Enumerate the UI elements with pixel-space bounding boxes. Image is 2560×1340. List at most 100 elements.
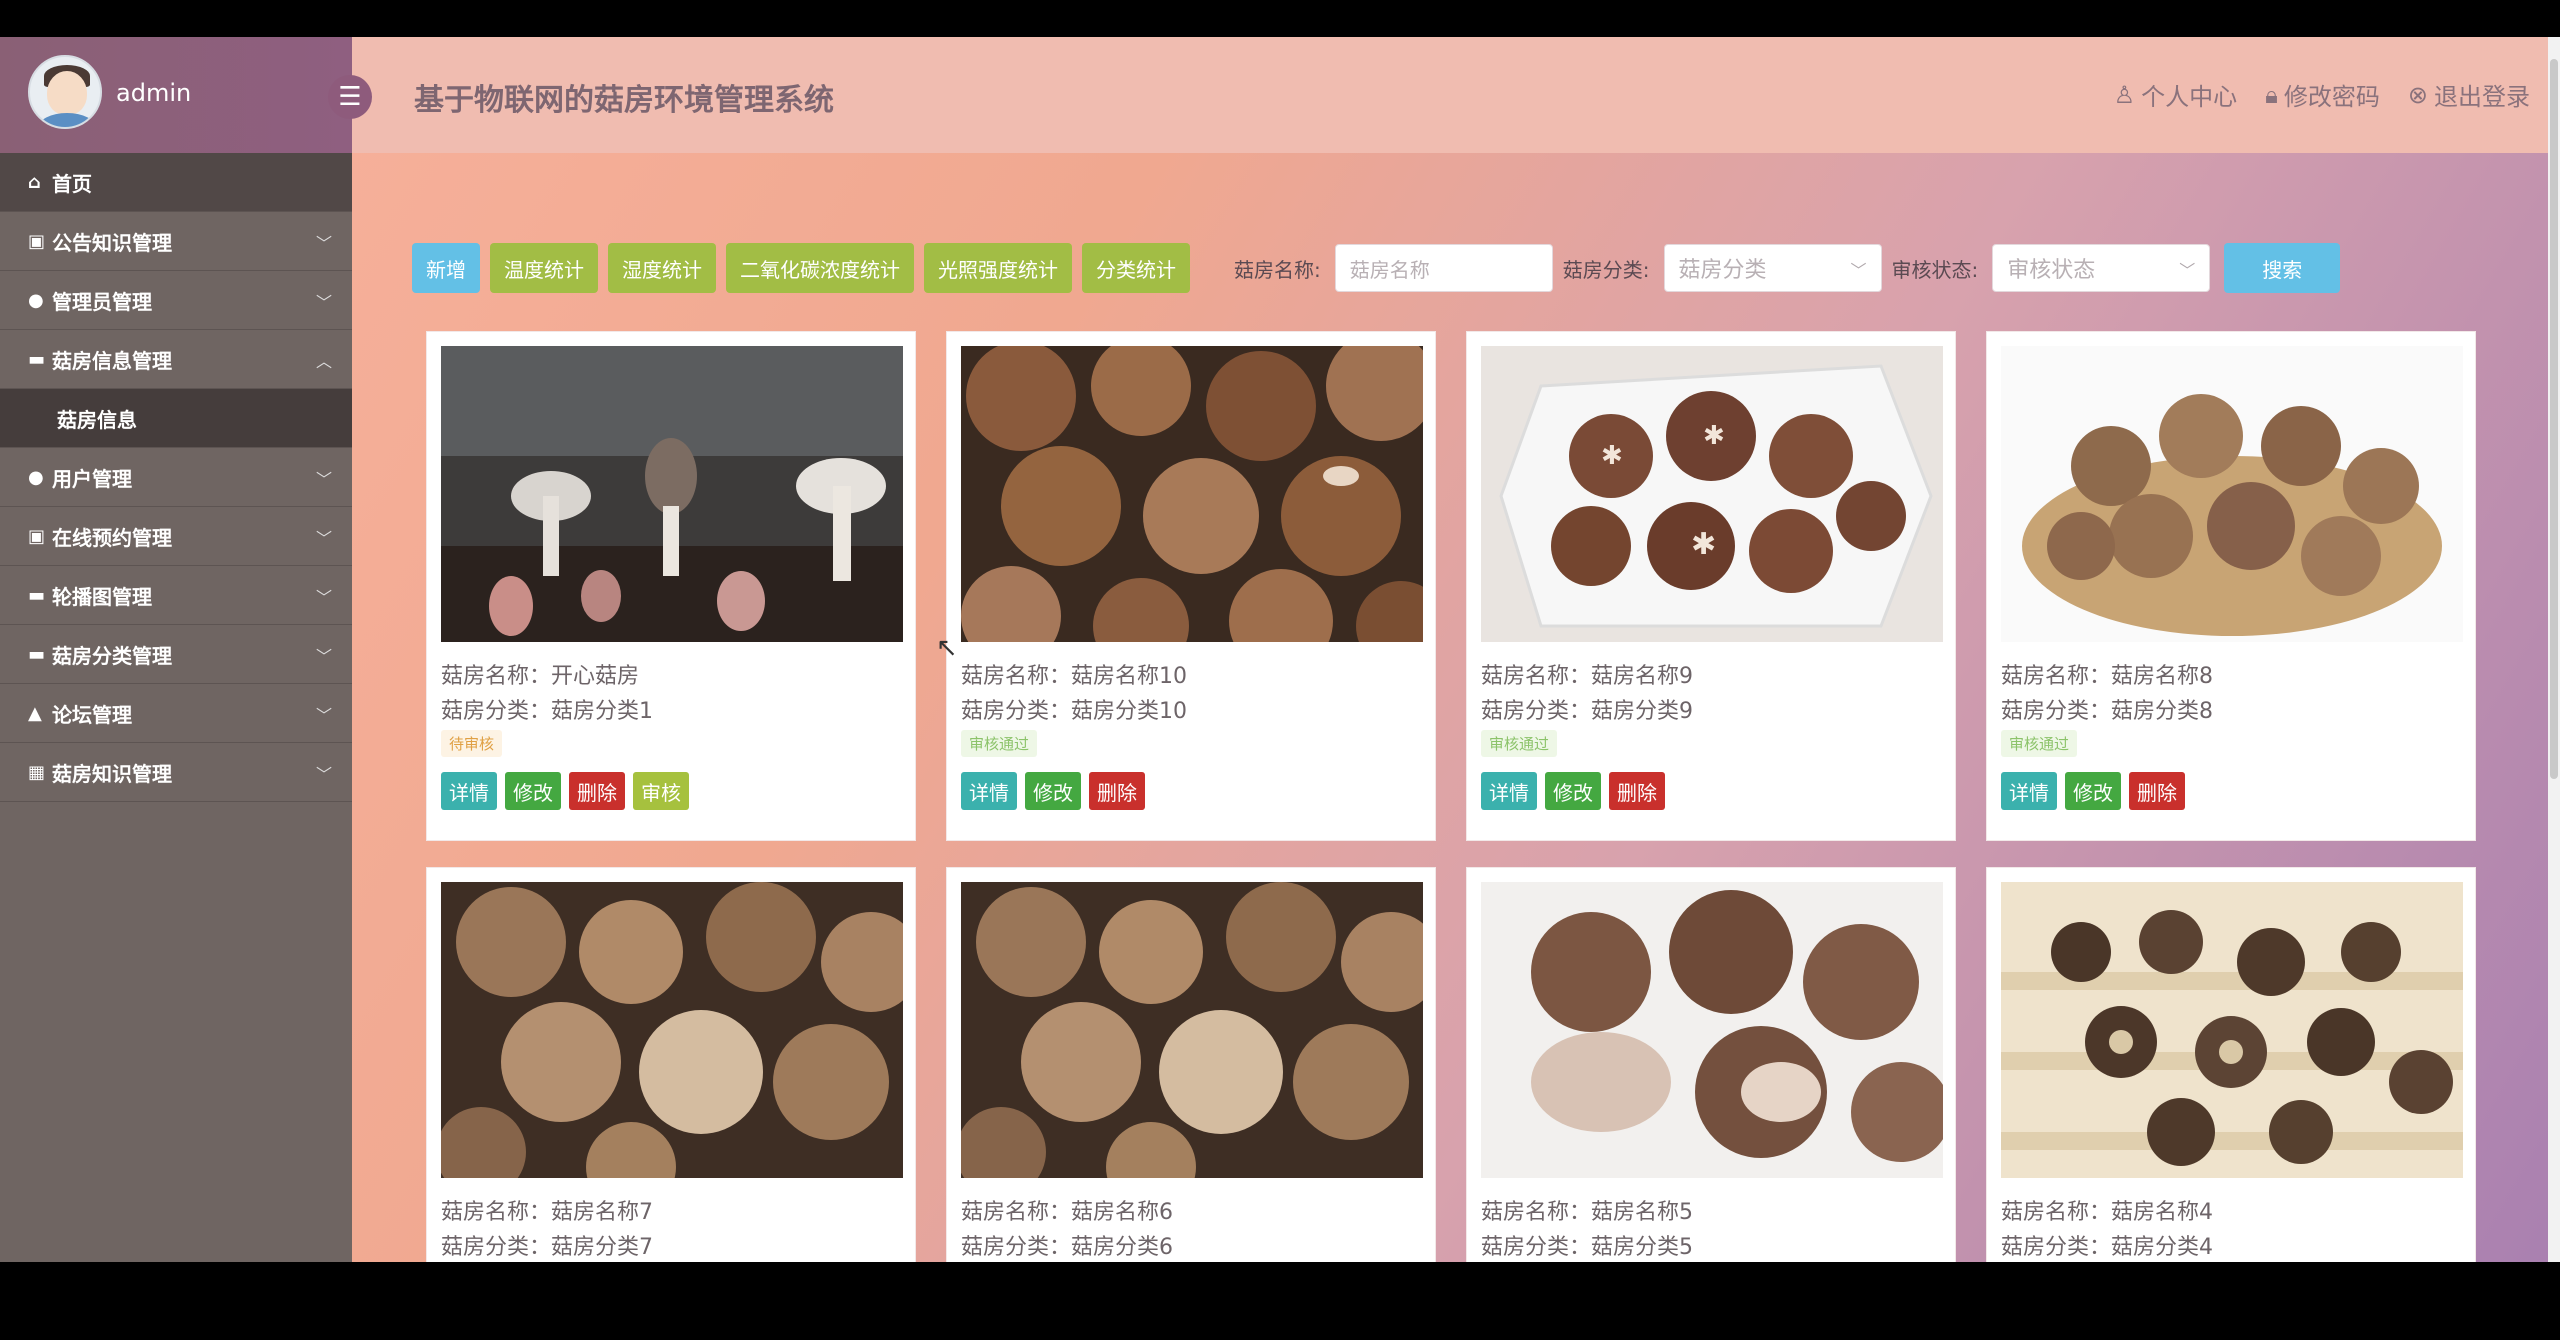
briefcase-icon: ▣	[28, 230, 46, 252]
sidebar-item-label: 轮播图管理	[52, 584, 152, 609]
humidity-stats-button[interactable]: 湿度统计	[608, 243, 716, 293]
card-name: 菇房名称：菇房名称5	[1481, 1200, 1693, 1225]
card-category: 菇房分类：菇房分类7	[441, 1235, 653, 1260]
category-stats-button[interactable]: 分类统计	[1082, 243, 1190, 293]
sidebar-item-admin[interactable]: ● 管理员管理 ﹀	[0, 271, 352, 330]
sidebar-item-users[interactable]: ● 用户管理 ﹀	[0, 448, 352, 507]
category-filter-label: 菇房分类:	[1562, 257, 1650, 282]
username: admin	[116, 79, 192, 107]
sidebar-item-notice[interactable]: ▣ 公告知识管理 ﹀	[0, 212, 352, 271]
menu-toggle-button[interactable]: ☰	[328, 75, 372, 119]
delete-button[interactable]: 删除	[569, 772, 625, 810]
delete-button[interactable]: 删除	[2129, 772, 2185, 810]
logout-label: 退出登录	[2434, 83, 2530, 111]
detail-button[interactable]: 详情	[2001, 772, 2057, 810]
lock-icon: 🔒︎	[2265, 80, 2278, 109]
logout-link[interactable]: ⊗ 退出登录	[2408, 77, 2530, 112]
card-name: 菇房名称：菇房名称7	[441, 1200, 653, 1225]
folder-icon: ▬	[28, 348, 46, 370]
page-scrollbar[interactable]	[2548, 37, 2560, 1262]
chevron-down-icon: ﹀	[315, 234, 332, 253]
name-search-input[interactable]: 菇房名称	[1334, 244, 1553, 292]
card-image[interactable]	[961, 882, 1423, 1178]
sidebar-item-label: 菇房信息管理	[52, 348, 172, 373]
sidebar-item-mushroom-house[interactable]: ▬ 菇房信息管理 ︿	[0, 330, 352, 389]
card-category: 菇房分类：菇房分类4	[2001, 1235, 2213, 1260]
mushroom-card: ✱ ✱ ✱ 菇房名称：菇房名称9 菇房分类：菇房分类9 审核通过 详情 修改 删…	[1466, 331, 1956, 841]
sidebar-item-label: 首页	[52, 171, 92, 196]
toolbar: 新增 温度统计 湿度统计 二氧化碳浓度统计 光照强度统计 分类统计 菇房名称: …	[412, 243, 2350, 293]
status-badge: 审核通过	[2001, 730, 2078, 757]
image-icon: ▬	[28, 584, 46, 606]
avatar[interactable]	[28, 55, 102, 129]
chevron-down-icon: ﹀	[1850, 261, 1867, 280]
sidebar-item-label: 用户管理	[52, 466, 132, 491]
home-icon: ⌂	[28, 171, 41, 193]
status-select-value: 审核状态	[2007, 258, 2096, 283]
sidebar-item-booking[interactable]: ▣ 在线预约管理 ﹀	[0, 507, 352, 566]
edit-button[interactable]: 修改	[1545, 772, 1601, 810]
review-button[interactable]: 审核	[633, 772, 689, 810]
card-name: 菇房名称：菇房名称10	[961, 664, 1187, 689]
mushroom-card: 菇房名称：菇房名称6 菇房分类：菇房分类6	[946, 867, 1436, 1262]
card-actions: 详情 修改 删除	[2001, 772, 2185, 810]
card-actions: 详情 修改 删除	[961, 772, 1145, 810]
sidebar-item-forum[interactable]: ▲ 论坛管理 ﹀	[0, 684, 352, 743]
detail-button[interactable]: 详情	[961, 772, 1017, 810]
edit-button[interactable]: 修改	[2065, 772, 2121, 810]
card-image[interactable]	[441, 882, 903, 1178]
card-category: 菇房分类：菇房分类9	[1481, 699, 1693, 724]
sidebar-item-category[interactable]: ▬ 菇房分类管理 ﹀	[0, 625, 352, 684]
card-name: 菇房名称：菇房名称8	[2001, 664, 2213, 689]
card-image[interactable]	[441, 346, 903, 642]
card-image[interactable]	[961, 346, 1423, 642]
delete-button[interactable]: 删除	[1089, 772, 1145, 810]
detail-button[interactable]: 详情	[441, 772, 497, 810]
sidebar-item-carousel[interactable]: ▬ 轮播图管理 ﹀	[0, 566, 352, 625]
card-image[interactable]	[1481, 882, 1943, 1178]
card-name: 菇房名称：菇房名称4	[2001, 1200, 2213, 1225]
add-button[interactable]: 新增	[412, 243, 480, 293]
profile-link[interactable]: ♙ 个人中心	[2114, 77, 2238, 112]
sidebar-item-label: 菇房知识管理	[52, 761, 172, 786]
mouse-cursor-icon: ↖	[936, 633, 958, 663]
card-name: 菇房名称：菇房名称9	[1481, 664, 1693, 689]
light-stats-button[interactable]: 光照强度统计	[924, 243, 1072, 293]
sidebar-item-label: 论坛管理	[52, 702, 132, 727]
briefcase-icon: ▣	[28, 525, 46, 547]
card-actions: 详情 修改 删除 审核	[441, 772, 689, 810]
mushroom-card: 菇房名称：开心菇房 菇房分类：菇房分类1 待审核 详情 修改 删除 审核	[426, 331, 916, 841]
card-image[interactable]: ✱ ✱ ✱	[1481, 346, 1943, 642]
search-button[interactable]: 搜索	[2224, 243, 2341, 293]
edit-button[interactable]: 修改	[1025, 772, 1081, 810]
status-select[interactable]: 审核状态 ﹀	[1992, 244, 2211, 292]
chevron-down-icon: ﹀	[315, 706, 332, 725]
mushroom-card: 菇房名称：菇房名称8 菇房分类：菇房分类8 审核通过 详情 修改 删除	[1986, 331, 2476, 841]
sidebar-subitem-mushroom-info[interactable]: 菇房信息	[0, 389, 352, 448]
change-password-link[interactable]: 🔒︎ 修改密码	[2265, 77, 2380, 112]
card-category: 菇房分类：菇房分类8	[2001, 699, 2213, 724]
card-actions: 详情 修改 删除	[1481, 772, 1665, 810]
scrollbar-thumb[interactable]	[2550, 59, 2558, 779]
card-image[interactable]	[2001, 882, 2463, 1178]
mushroom-card: 菇房名称：菇房名称7 菇房分类：菇房分类7	[426, 867, 916, 1262]
status-filter-label: 审核状态:	[1891, 257, 1979, 282]
profile-panel: admin	[0, 37, 352, 153]
co2-stats-button[interactable]: 二氧化碳浓度统计	[726, 243, 914, 293]
mushroom-card: 菇房名称：菇房名称10 菇房分类：菇房分类10 审核通过 详情 修改 删除	[946, 331, 1436, 841]
delete-button[interactable]: 删除	[1609, 772, 1665, 810]
chevron-down-icon: ﹀	[315, 588, 332, 607]
sidebar-item-home[interactable]: ⌂ 首页	[0, 153, 352, 212]
card-category: 菇房分类：菇房分类1	[441, 699, 653, 724]
user-icon: ●	[28, 289, 44, 311]
sidebar-item-knowledge[interactable]: ▦ 菇房知识管理 ﹀	[0, 743, 352, 802]
category-select-value: 菇房分类	[1678, 258, 1767, 283]
card-image[interactable]	[2001, 346, 2463, 642]
edit-button[interactable]: 修改	[505, 772, 561, 810]
temperature-stats-button[interactable]: 温度统计	[490, 243, 598, 293]
chevron-up-icon: ︿	[315, 352, 332, 371]
logout-icon: ⊗	[2407, 80, 2428, 109]
menu-icon: ☰	[338, 82, 362, 112]
category-select[interactable]: 菇房分类 ﹀	[1663, 244, 1882, 292]
detail-button[interactable]: 详情	[1481, 772, 1537, 810]
